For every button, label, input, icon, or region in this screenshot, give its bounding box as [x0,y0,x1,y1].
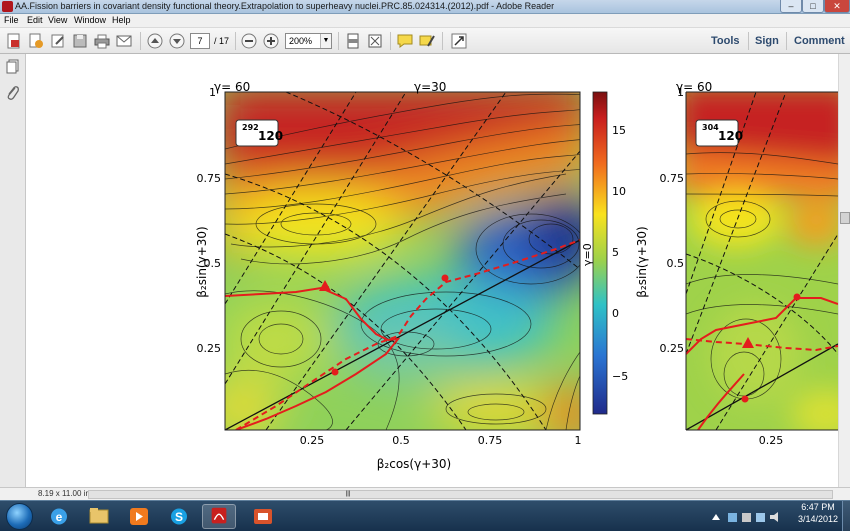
flag-icon [742,513,751,522]
y-axis-label: β₂sin(γ+30) [195,226,209,297]
zoom-out-icon[interactable] [240,32,258,50]
comment-bubble-icon[interactable] [396,32,414,50]
y-tick: 1 [677,86,684,99]
window-titlebar: AA.Fission barriers in covariant density… [0,0,850,14]
svg-text:e: e [56,510,63,524]
colorbar-tick: 10 [612,185,626,198]
minimum-marker [331,368,339,376]
email-icon[interactable] [115,32,133,50]
media-player-icon[interactable] [122,504,156,529]
clock-time[interactable]: 6:47 PM [798,502,838,512]
page-number-input[interactable]: 7 [190,33,210,49]
colorbar [592,91,608,415]
x-tick: 0.25 [300,434,325,447]
chevron-down-icon[interactable]: ▼ [320,34,331,48]
document-view[interactable]: 292 120 γ= 60 γ=30 γ=0 1 0.75 0.5 0.25 0… [26,54,838,487]
taskbar: e S [0,500,850,531]
y-tick: 0.75 [660,172,685,185]
menu-edit[interactable]: Edit [27,15,43,25]
menu-file[interactable]: File [4,15,19,25]
menu-view[interactable]: View [48,15,67,25]
horizontal-scrollbar[interactable]: ||| [88,490,833,499]
page-thumbnails-icon[interactable] [5,59,21,75]
network-icon [728,513,737,522]
full-screen-icon[interactable] [366,32,384,50]
scroll-grip-icon[interactable]: ||| [344,491,352,498]
adobe-reader-taskbar-icon[interactable] [202,504,236,529]
volume-icon [770,512,778,522]
gamma30-label: γ=30 [414,80,446,94]
colorbar-tick: 5 [612,246,619,259]
page-size-label: 8.19 x 11.00 in [38,489,90,498]
colorbar-tick: −5 [612,370,628,383]
fit-page-icon[interactable] [344,32,362,50]
save-icon[interactable] [71,32,89,50]
highlight-icon[interactable] [418,32,436,50]
y-tick: 0.5 [667,257,685,270]
explorer-icon[interactable] [82,504,116,529]
presentation-icon[interactable] [246,504,280,529]
start-button[interactable] [6,503,33,530]
menu-window[interactable]: Window [74,15,106,25]
print-icon[interactable] [93,32,111,50]
nucleus-z-label: 120 [258,129,283,143]
sign-link[interactable]: Sign [755,35,779,47]
menu-bar: File Edit View Window Help [0,14,850,28]
zoom-in-icon[interactable] [262,32,280,50]
toolbar: 7 / 17 200% ▼ Tools Sign Comment [0,28,850,54]
ie-icon[interactable]: e [42,504,76,529]
monitor-icon [756,513,765,522]
window-title: AA.Fission barriers in covariant density… [15,1,555,11]
page-total-label: / 17 [214,36,230,46]
y-tick: 0.25 [197,342,222,355]
svg-text:S: S [175,510,183,524]
skype-icon[interactable]: S [162,504,196,529]
nucleus-z-label: 120 [718,129,743,143]
menu-help[interactable]: Help [112,15,131,25]
y-tick: 1 [209,86,216,99]
comment-link[interactable]: Comment [794,35,845,47]
minimum-marker [793,293,801,301]
edit-icon[interactable] [49,32,67,50]
nucleus-mass-label: 292 [242,123,259,132]
expand-icon[interactable] [450,32,468,50]
adobe-reader-icon [2,1,13,12]
minimum-marker [741,395,749,403]
minimum-marker [441,274,449,282]
y-tick: 0.25 [660,342,685,355]
scroll-thumb[interactable] [840,212,850,224]
nucleus-mass-label: 304 [702,123,719,132]
y-tick: 0.75 [197,172,222,185]
x-axis-label: β₂cos(γ+30) [377,457,451,471]
navigation-pane [0,54,26,487]
status-bar: 8.19 x 11.00 in ||| [0,487,850,500]
attachments-icon[interactable] [5,85,21,101]
previous-page-icon[interactable] [146,32,164,50]
zoom-value: 200% [289,36,313,46]
open-icon[interactable] [27,32,45,50]
gamma0-label: γ=0 [581,243,594,266]
gamma60-label: γ= 60 [214,80,250,94]
colorbar-tick: 0 [612,307,619,320]
zoom-select[interactable]: 200% ▼ [285,33,332,49]
y-axis-label: β₂sin(γ+30) [635,226,649,297]
clock-date[interactable]: 3/14/2012 [796,514,840,524]
colorbar-tick: 15 [612,124,626,137]
vertical-scrollbar[interactable] [838,54,850,487]
show-desktop-button[interactable] [842,501,850,531]
minimize-button[interactable]: – [780,0,802,13]
x-tick: 0.25 [759,434,784,447]
next-page-icon[interactable] [168,32,186,50]
x-tick: 0.75 [478,434,503,447]
close-button[interactable]: ✕ [824,0,850,13]
pdf-page: 292 120 γ= 60 γ=30 γ=0 1 0.75 0.5 0.25 0… [195,80,838,471]
show-hidden-icons-icon [712,514,720,520]
tools-link[interactable]: Tools [711,35,740,47]
x-tick: 0.5 [392,434,410,447]
maximize-button[interactable]: □ [802,0,824,13]
x-tick: 1 [575,434,582,447]
create-pdf-icon[interactable] [5,32,23,50]
